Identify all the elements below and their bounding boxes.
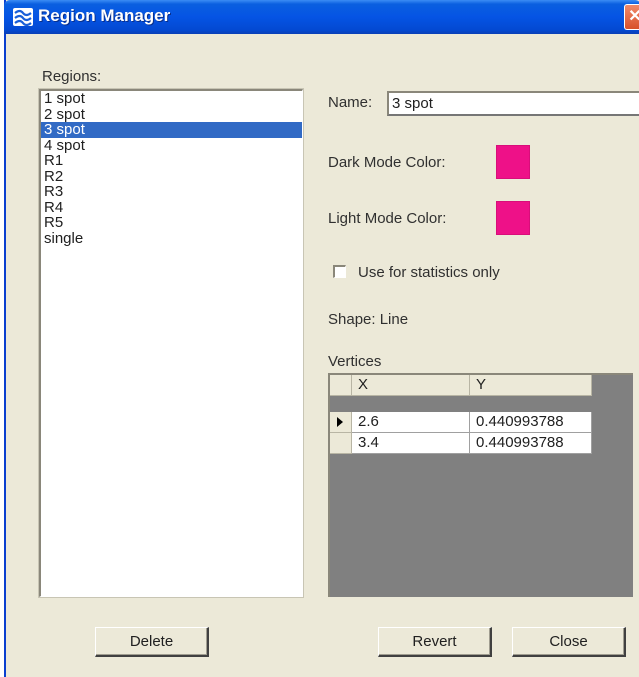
light-mode-color-swatch[interactable] [496, 201, 530, 235]
revert-button[interactable]: Revert [378, 627, 492, 657]
delete-button[interactable]: Delete [95, 627, 209, 657]
cell-y[interactable]: 0.440993788 [470, 412, 592, 433]
statistics-only-checkbox[interactable] [333, 265, 346, 278]
row-pointer-icon [337, 417, 343, 427]
list-item[interactable]: R2 [41, 169, 302, 185]
app-icon [13, 8, 33, 27]
list-item[interactable]: single [41, 231, 302, 247]
row-selector[interactable] [330, 433, 352, 454]
list-item[interactable]: 1 spot [41, 91, 302, 107]
close-icon[interactable]: ✕ [624, 4, 639, 30]
regions-list[interactable]: 1 spot 2 spot 3 spot 4 spot R1 R2 R3 R4 R5 single [38, 88, 304, 598]
cell-y[interactable]: 0.440993788 [470, 433, 592, 454]
column-header-y[interactable]: Y [470, 375, 592, 396]
list-item[interactable]: 4 spot [41, 138, 302, 154]
cell-x[interactable]: 2.6 [352, 412, 470, 433]
list-item[interactable]: R1 [41, 153, 302, 169]
light-mode-color-label: Light Mode Color: [328, 210, 447, 227]
dark-mode-color-swatch[interactable] [496, 145, 530, 179]
vertices-label: Vertices [328, 353, 382, 370]
cell-x[interactable]: 3.4 [352, 433, 470, 454]
shape-label: Shape: Line [328, 311, 409, 328]
column-header-x[interactable]: X [352, 375, 470, 396]
statistics-only-label: Use for statistics only [358, 264, 500, 281]
list-item[interactable]: R5 [41, 215, 302, 231]
region-manager-window: Region Manager ✕ Regions: 1 spot 2 spot 3 … [4, 0, 639, 677]
close-button[interactable]: Close [512, 627, 626, 657]
list-item[interactable]: R3 [41, 184, 302, 200]
title-bar[interactable]: Region Manager ✕ [4, 0, 639, 34]
dark-mode-color-label: Dark Mode Color: [328, 154, 446, 171]
vertices-grid[interactable]: X Y 2.6 0.440993788 3.4 0.440993788 [328, 373, 633, 597]
window-title: Region Manager [38, 6, 171, 25]
row-selector[interactable] [330, 412, 352, 433]
name-input[interactable] [387, 91, 639, 116]
list-item[interactable]: 2 spot [41, 107, 302, 123]
grid-corner [330, 375, 352, 396]
regions-label: Regions: [42, 68, 102, 85]
list-item[interactable]: 3 spot [41, 122, 302, 138]
name-label: Name: [328, 94, 373, 111]
list-item[interactable]: R4 [41, 200, 302, 216]
